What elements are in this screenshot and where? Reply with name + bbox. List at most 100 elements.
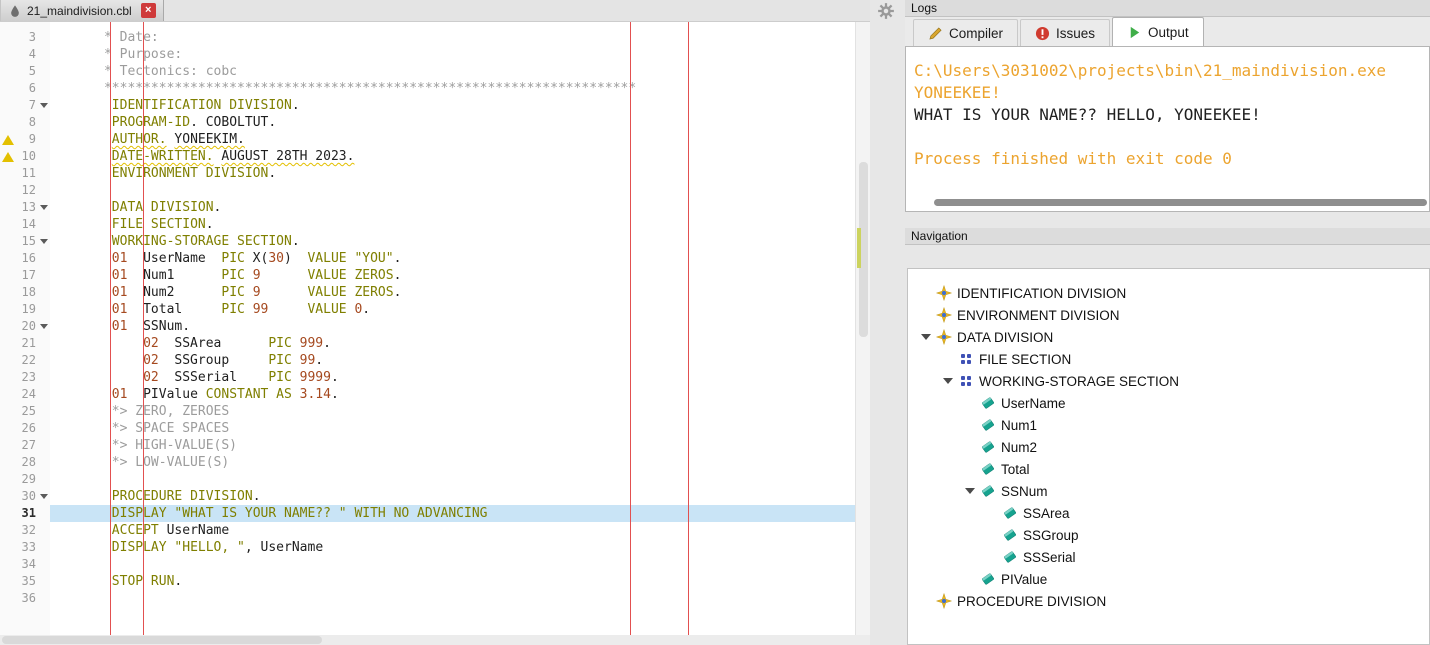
- nav-tree[interactable]: IDENTIFICATION DIVISION ENVIRONMENT DIVIS…: [907, 268, 1430, 645]
- code-line[interactable]: ENVIRONMENT DIVISION.: [50, 165, 855, 182]
- tree-item-ssarea[interactable]: SSArea: [908, 502, 1429, 524]
- editor-gutter[interactable]: 3 4 5 6 7 8 9 10 11 12 13 14 15 16 17 18 19 20 21 22 23 24 25 2…: [0, 22, 50, 635]
- logs-tab-compiler[interactable]: Compiler: [913, 19, 1019, 46]
- code-line[interactable]: STOP RUN.: [50, 573, 855, 590]
- chevron-down-icon[interactable]: [39, 103, 48, 108]
- gutter-row[interactable]: 4: [0, 46, 50, 63]
- gutter-row[interactable]: 31: [0, 505, 50, 522]
- gutter-row[interactable]: 24: [0, 386, 50, 403]
- gutter-row[interactable]: 20: [0, 318, 50, 335]
- gutter-row[interactable]: 29: [0, 471, 50, 488]
- code-line[interactable]: *> SPACE SPACES: [50, 420, 855, 437]
- gutter-row[interactable]: 12: [0, 182, 50, 199]
- code-line[interactable]: * Purpose:: [50, 46, 855, 63]
- gutter-row[interactable]: 3: [0, 29, 50, 46]
- code-line[interactable]: 01 SSNum.: [50, 318, 855, 335]
- gutter-row[interactable]: 13: [0, 199, 50, 216]
- code-line[interactable]: [50, 471, 855, 488]
- code-line[interactable]: DISPLAY "WHAT IS YOUR NAME?? " WITH NO A…: [50, 505, 855, 522]
- gutter-row[interactable]: 17: [0, 267, 50, 284]
- code-line[interactable]: * Tectonics: cobc: [50, 63, 855, 80]
- gutter-row[interactable]: 11: [0, 165, 50, 182]
- gutter-row[interactable]: 23: [0, 369, 50, 386]
- tree-item-pivalue[interactable]: PIValue: [908, 568, 1429, 590]
- gear-icon[interactable]: [877, 2, 895, 20]
- code-line[interactable]: * Date:: [50, 29, 855, 46]
- gutter-row[interactable]: 32: [0, 522, 50, 539]
- hscrollbar-thumb[interactable]: [2, 636, 322, 644]
- code-line[interactable]: PROGRAM-ID. COBOLTUT.: [50, 114, 855, 131]
- code-line[interactable]: 01 Num2 PIC 9 VALUE ZEROS.: [50, 284, 855, 301]
- gutter-row[interactable]: 36: [0, 590, 50, 607]
- gutter-row[interactable]: 14: [0, 216, 50, 233]
- tree-item-ssgroup[interactable]: SSGroup: [908, 524, 1429, 546]
- tree-item-ssnum[interactable]: SSNum: [908, 480, 1429, 502]
- gutter-row[interactable]: 5: [0, 63, 50, 80]
- code-line[interactable]: [50, 182, 855, 199]
- code-line[interactable]: ****************************************…: [50, 80, 855, 97]
- chevron-down-icon[interactable]: [39, 324, 48, 329]
- gutter-row[interactable]: 7: [0, 97, 50, 114]
- code-line[interactable]: FILE SECTION.: [50, 216, 855, 233]
- gutter-row[interactable]: 21: [0, 335, 50, 352]
- code-line[interactable]: IDENTIFICATION DIVISION.: [50, 97, 855, 114]
- panel-splitter[interactable]: [870, 0, 905, 645]
- tree-item-procedure-division[interactable]: PROCEDURE DIVISION: [908, 590, 1429, 612]
- code-line[interactable]: PROCEDURE DIVISION.: [50, 488, 855, 505]
- code-line[interactable]: [50, 590, 855, 607]
- chevron-down-icon[interactable]: [921, 334, 931, 340]
- tree-item-identification-division[interactable]: IDENTIFICATION DIVISION: [908, 282, 1429, 304]
- code-line[interactable]: *> LOW-VALUE(S): [50, 454, 855, 471]
- gutter-row[interactable]: 28: [0, 454, 50, 471]
- gutter-row[interactable]: 34: [0, 556, 50, 573]
- tree-item-file-section[interactable]: FILE SECTION: [908, 348, 1429, 370]
- gutter-row[interactable]: 8: [0, 114, 50, 131]
- code-line[interactable]: WORKING-STORAGE SECTION.: [50, 233, 855, 250]
- gutter-row[interactable]: 19: [0, 301, 50, 318]
- editor-vscrollbar[interactable]: [855, 22, 870, 635]
- tree-item-environment-division[interactable]: ENVIRONMENT DIVISION: [908, 304, 1429, 326]
- gutter-row[interactable]: 18: [0, 284, 50, 301]
- tree-item-data-division[interactable]: DATA DIVISION: [908, 326, 1429, 348]
- gutter-row[interactable]: 22: [0, 352, 50, 369]
- code-line[interactable]: 01 Total PIC 99 VALUE 0.: [50, 301, 855, 318]
- code-area[interactable]: * Date: * Purpose: * Tectonics: cobc ***…: [50, 22, 855, 635]
- gutter-row[interactable]: 27: [0, 437, 50, 454]
- chevron-down-icon[interactable]: [965, 488, 975, 494]
- gutter-row[interactable]: 6: [0, 80, 50, 97]
- code-line[interactable]: DATE-WRITTEN. AUGUST 28TH 2023.: [50, 148, 855, 165]
- code-line[interactable]: [50, 556, 855, 573]
- code-line[interactable]: DISPLAY "HELLO, ", UserName: [50, 539, 855, 556]
- code-line[interactable]: *> ZERO, ZEROES: [50, 403, 855, 420]
- gutter-row[interactable]: 10: [0, 148, 50, 165]
- tree-item-num1[interactable]: Num1: [908, 414, 1429, 436]
- code-line[interactable]: *> HIGH-VALUE(S): [50, 437, 855, 454]
- code-line[interactable]: 02 SSArea PIC 999.: [50, 335, 855, 352]
- close-icon[interactable]: ×: [140, 3, 156, 18]
- code-line[interactable]: 01 PIValue CONSTANT AS 3.14.: [50, 386, 855, 403]
- gutter-row[interactable]: 9: [0, 131, 50, 148]
- code-line[interactable]: DATA DIVISION.: [50, 199, 855, 216]
- logs-hscrollbar[interactable]: [934, 199, 1427, 206]
- tree-item-total[interactable]: Total: [908, 458, 1429, 480]
- editor-tab[interactable]: 21_maindivision.cbl ×: [0, 0, 164, 21]
- gutter-row[interactable]: 35: [0, 573, 50, 590]
- gutter-row[interactable]: 16: [0, 250, 50, 267]
- logs-tab-issues[interactable]: Issues: [1020, 19, 1111, 46]
- gutter-row[interactable]: 26: [0, 420, 50, 437]
- gutter-row[interactable]: 15: [0, 233, 50, 250]
- chevron-down-icon[interactable]: [39, 494, 48, 499]
- gutter-row[interactable]: 30: [0, 488, 50, 505]
- chevron-down-icon[interactable]: [39, 205, 48, 210]
- tree-item-working-storage-section[interactable]: WORKING-STORAGE SECTION: [908, 370, 1429, 392]
- chevron-down-icon[interactable]: [943, 378, 953, 384]
- code-line[interactable]: 02 SSGroup PIC 99.: [50, 352, 855, 369]
- logs-tab-output[interactable]: Output: [1112, 17, 1204, 46]
- code-line[interactable]: AUTHOR. YONEEKIM.: [50, 131, 855, 148]
- gutter-row[interactable]: 33: [0, 539, 50, 556]
- editor-hscrollbar[interactable]: [0, 635, 870, 645]
- code-line[interactable]: 02 SSSerial PIC 9999.: [50, 369, 855, 386]
- code-editor[interactable]: 3 4 5 6 7 8 9 10 11 12 13 14 15 16 17 18 19 20 21 22 23 24 25 2…: [0, 22, 870, 635]
- output-console[interactable]: C:\Users\3031002\projects\bin\21_maindiv…: [906, 47, 1429, 197]
- tree-item-num2[interactable]: Num2: [908, 436, 1429, 458]
